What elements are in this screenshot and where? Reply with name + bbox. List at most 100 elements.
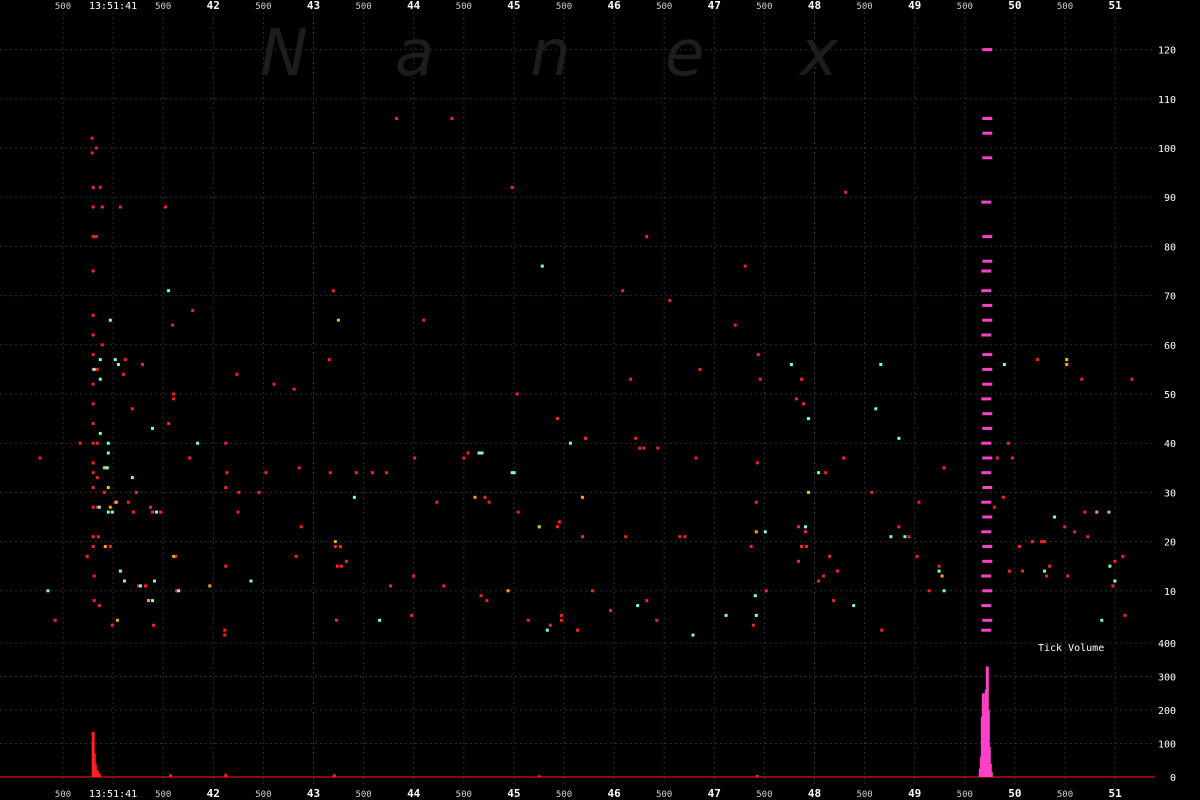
red-trade-point <box>638 446 642 450</box>
volume-y-tick-label: 400 <box>1158 639 1176 650</box>
magenta-trade-point <box>982 589 993 593</box>
red-trade-point <box>422 318 426 322</box>
red-trade-point <box>694 456 698 460</box>
cyan-trade-point <box>113 358 117 362</box>
x-tick-label-bottom: 50 <box>1008 787 1021 800</box>
red-trade-point <box>85 554 89 558</box>
red-trade-point <box>237 490 241 494</box>
x-tick-label-bottom: 500 <box>756 790 772 800</box>
red-trade-point <box>94 146 98 150</box>
y-tick-label: 10 <box>1164 587 1176 598</box>
orange-trade-point <box>208 584 212 588</box>
magenta-trade-point <box>982 559 993 563</box>
red-trade-point <box>257 490 261 494</box>
olive-trade-point <box>106 486 110 489</box>
cyan-trade-point <box>480 451 484 455</box>
red-trade-point <box>91 471 95 475</box>
x-tick-label-top: 500 <box>355 2 371 12</box>
red-trade-point <box>678 535 682 539</box>
y-axis-ticks: 10 20 30 40 50 60 70 80 90 100 110 120 0 100 200 300 400 <box>1158 46 1176 784</box>
red-trade-point <box>95 476 99 480</box>
cyan-trade-point <box>1100 618 1104 622</box>
red-trade-point <box>91 353 95 357</box>
x-tick-label-top: 43 <box>307 0 320 12</box>
red-trade-point <box>1018 545 1021 548</box>
watermark-letter: a <box>395 17 434 91</box>
y-tick-label: 20 <box>1164 538 1176 549</box>
red-trade-point <box>450 117 454 120</box>
red-trade-point <box>655 618 659 622</box>
cyan-trade-point <box>789 363 793 366</box>
red-trade-point <box>1048 564 1052 568</box>
red-trade-point <box>328 471 332 475</box>
olive-trade-point <box>807 490 810 494</box>
volume-bar <box>989 772 993 777</box>
olive-trade-point <box>114 500 118 504</box>
olive-trade-point <box>336 318 340 322</box>
magenta-trade-point <box>981 574 992 578</box>
chart-canvas: Na n e x 10 20 30 40 50 60 70 80 90 100 110 120 0 100 200… <box>0 0 1176 800</box>
tick-volume-panel <box>0 666 1155 778</box>
orange-trade-point <box>754 530 758 534</box>
cyan-trade-point <box>724 613 728 617</box>
red-trade-point <box>937 564 941 568</box>
x-tick-label-bottom: 44 <box>407 787 421 800</box>
red-trade-point <box>927 589 931 593</box>
cyan-trade-point <box>512 471 516 475</box>
red-trade-point <box>91 505 95 509</box>
red-trade-point <box>100 205 104 209</box>
red-trade-point <box>559 613 563 617</box>
magenta-trade-point <box>981 628 992 632</box>
red-trade-point <box>95 367 99 371</box>
red-trade-point <box>96 535 100 539</box>
cyan-trade-point <box>352 495 356 499</box>
red-trade-point <box>95 441 99 445</box>
red-trade-point <box>272 382 276 386</box>
y-tick-label: 70 <box>1164 292 1176 303</box>
cyan-trade-point <box>196 441 200 445</box>
orange-trade-point <box>940 574 944 578</box>
red-trade-point <box>797 559 800 563</box>
red-trade-point <box>1113 559 1117 563</box>
cyan-trade-point <box>817 471 821 475</box>
cyan-trade-point <box>105 466 109 470</box>
cyan-trade-point <box>1108 564 1112 568</box>
red-trade-point <box>942 466 946 470</box>
x-tick-label-bottom: 49 <box>908 787 921 800</box>
volume-bar <box>169 774 173 777</box>
magenta-trade-point <box>982 48 993 52</box>
red-trade-point <box>223 628 227 632</box>
cyan-trade-point <box>130 476 134 480</box>
red-trade-point <box>758 377 762 381</box>
red-trade-point <box>121 372 125 376</box>
magenta-trade-point <box>982 456 993 460</box>
volume-bar <box>224 773 228 777</box>
red-trade-point <box>294 554 298 558</box>
red-trade-point <box>98 185 102 189</box>
red-trade-point <box>333 545 337 548</box>
red-trade-point <box>412 574 416 578</box>
watermark-letter: e <box>665 17 704 91</box>
red-trade-point <box>555 417 559 421</box>
red-trade-point <box>297 466 301 470</box>
x-tick-label-bottom: 46 <box>607 787 621 800</box>
red-trade-point <box>1021 569 1024 573</box>
red-trade-point <box>91 535 95 539</box>
magenta-trade-point <box>982 515 993 519</box>
red-trade-point <box>755 461 759 465</box>
cyan-trade-point <box>118 569 122 573</box>
x-tick-label-top: 48 <box>808 0 821 12</box>
red-trade-point <box>1111 584 1115 588</box>
cyan-trade-point <box>691 633 695 637</box>
orange-trade-point <box>108 505 112 509</box>
x-tick-label-bottom: 500 <box>856 790 872 800</box>
watermark-letter: x <box>798 17 839 91</box>
x-tick-label-top: 49 <box>908 0 921 12</box>
red-trade-point <box>108 545 112 548</box>
cyan-trade-point <box>1043 569 1047 573</box>
volume-y-tick-label: 200 <box>1158 706 1176 717</box>
x-tick-label-top: 13:51:41 <box>89 1 137 12</box>
red-trade-point <box>410 613 414 617</box>
cyan-trade-point <box>477 451 481 455</box>
x-tick-label-top: 500 <box>856 2 872 12</box>
